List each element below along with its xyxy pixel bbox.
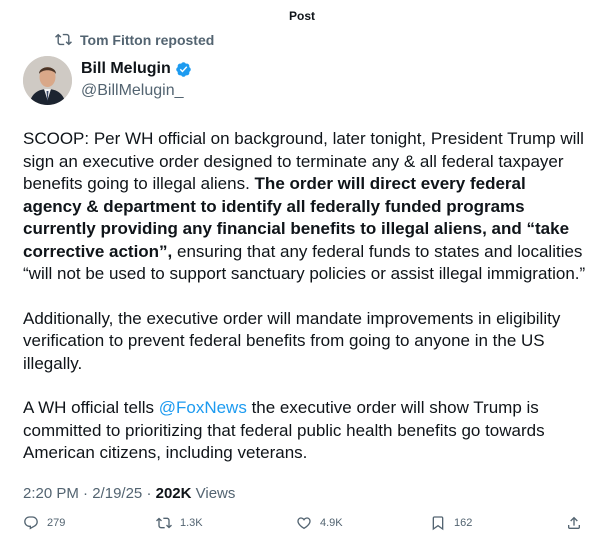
author-handle[interactable]: @BillMelugin_ bbox=[81, 82, 192, 100]
meta-separator: · bbox=[146, 485, 156, 502]
author-block: Bill Melugin @BillMelugin_ bbox=[81, 60, 192, 100]
share-icon bbox=[568, 516, 580, 529]
tweet-body: SCOOP: Per WH official on background, la… bbox=[23, 128, 588, 487]
tweet-date[interactable]: 2/19/25 bbox=[92, 485, 142, 502]
share-button[interactable] bbox=[566, 515, 590, 531]
repost-button[interactable]: 1.3K bbox=[156, 515, 203, 531]
author-name[interactable]: Bill Melugin bbox=[81, 60, 171, 78]
tweet-p3-before: A WH official tells bbox=[23, 398, 159, 417]
tweet-paragraph-2: Additionally, the executive order will m… bbox=[23, 308, 561, 373]
tweet-paragraph-3: A WH official tells @FoxNews the executi… bbox=[23, 397, 588, 465]
repost-icon bbox=[156, 517, 172, 529]
repost-text: Tom Fitton reposted bbox=[80, 31, 215, 48]
mention-link[interactable]: @FoxNews bbox=[159, 398, 247, 417]
bookmark-button[interactable]: 162 bbox=[430, 515, 472, 531]
repost-icon bbox=[55, 33, 72, 46]
tweet-time[interactable]: 2:20 PM bbox=[23, 485, 79, 502]
repost-indicator[interactable]: Tom Fitton reposted bbox=[55, 31, 214, 48]
reply-button[interactable]: 279 bbox=[23, 515, 65, 531]
avatar[interactable] bbox=[23, 56, 72, 105]
reply-icon bbox=[24, 516, 38, 530]
bookmark-icon bbox=[432, 516, 444, 531]
page-title: Post bbox=[288, 9, 315, 23]
tweet-paragraph-1: SCOOP: Per WH official on background, la… bbox=[23, 128, 588, 286]
action-bar: 279 1.3K 4.9K 162 bbox=[23, 515, 588, 533]
views-count: 202K bbox=[155, 485, 192, 502]
like-button[interactable]: 4.9K bbox=[296, 515, 343, 531]
like-count: 4.9K bbox=[320, 517, 343, 529]
bookmark-count: 162 bbox=[454, 517, 473, 529]
views-label: Views bbox=[195, 485, 236, 502]
heart-icon bbox=[297, 517, 311, 530]
meta-separator: · bbox=[83, 485, 93, 502]
verified-badge-icon bbox=[176, 61, 191, 77]
reply-count: 279 bbox=[47, 517, 66, 529]
tweet-meta: 2:20 PM · 2/19/25 · 202K Views bbox=[23, 485, 235, 502]
repost-count: 1.3K bbox=[180, 517, 203, 529]
